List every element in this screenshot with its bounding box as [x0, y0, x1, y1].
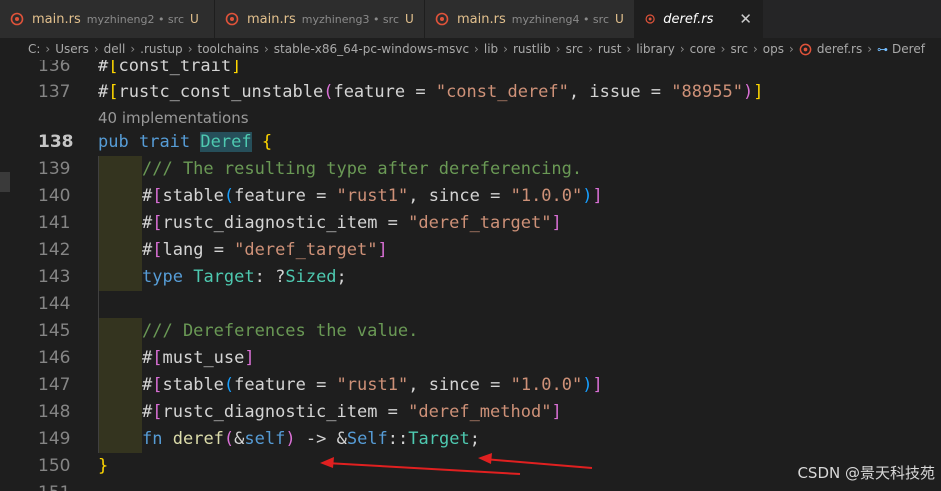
annotation-arrows: [320, 453, 593, 475]
annotation-arrowhead: [478, 453, 492, 464]
annotation-arrowhead: [320, 457, 334, 468]
annotation-arrow: [325, 462, 521, 475]
watermark: CSDN @景天科技苑: [797, 464, 935, 482]
annotation-arrow: [483, 458, 593, 469]
